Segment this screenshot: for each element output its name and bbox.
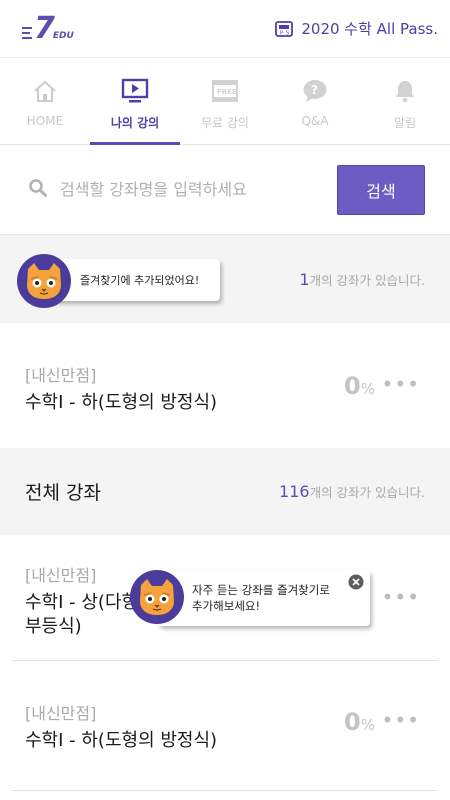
cat-mascot-icon: [130, 570, 184, 624]
logo-mark: 7: [34, 10, 55, 46]
favorites-header: 즐겨찾기에 추가되었어요! 1개의 강좌가 있습니다.: [0, 235, 450, 323]
course-title: 수학I - 하(도형의 방정식): [25, 730, 218, 751]
search-input[interactable]: [60, 180, 337, 199]
all-courses-count-suffix: 개의 강좌가 있습니다.: [309, 485, 425, 500]
monitor-play-icon: [121, 78, 149, 104]
favorite-added-text: 즐겨찾기에 추가되었어요!: [80, 274, 200, 287]
tab-my-courses[interactable]: 나의 강의: [90, 58, 180, 145]
tab-qna-label: Q&A: [301, 114, 329, 128]
home-icon: [32, 78, 58, 104]
tab-home[interactable]: HOME: [0, 58, 90, 144]
svg-text:P: P: [280, 30, 283, 36]
tab-qna[interactable]: ? Q&A: [270, 58, 360, 144]
more-options-icon[interactable]: •••: [382, 372, 420, 396]
all-courses-count: 116개의 강좌가 있습니다.: [279, 482, 425, 501]
svg-text:?: ?: [311, 83, 318, 97]
suggestion-line2: 추가해보세요!: [192, 599, 261, 613]
tab-my-courses-label: 나의 강의: [110, 116, 160, 130]
progress-value: 0: [344, 372, 361, 400]
search-icon: [28, 178, 48, 202]
course-title-line2: 부등식): [25, 616, 82, 637]
svg-text:S: S: [286, 30, 289, 36]
search-bar: 검색: [0, 145, 450, 235]
question-bubble-icon: ?: [302, 78, 328, 104]
all-pass-link[interactable]: PS 2020 수학 All Pass.: [275, 18, 438, 39]
bell-icon: [394, 78, 416, 104]
more-options-icon[interactable]: •••: [382, 585, 420, 609]
progress-unit: %: [360, 716, 375, 734]
course-progress: 0%: [344, 372, 375, 400]
favorites-count: 1개의 강좌가 있습니다.: [299, 270, 425, 289]
suggestion-line1: 자주 듣는 강좌를 즐겨찾기로: [192, 583, 330, 597]
logo[interactable]: 7 EDU: [22, 10, 74, 46]
tab-notifications[interactable]: 알림: [360, 58, 450, 144]
progress-unit: %: [360, 380, 375, 398]
all-courses-title: 전체 강좌: [25, 482, 101, 504]
all-pass-label: 2020 수학 All Pass.: [301, 20, 438, 38]
row-divider: [12, 660, 438, 661]
row-divider: [12, 790, 438, 791]
all-courses-count-number: 116: [279, 482, 310, 501]
tab-notifications-label: 알림: [393, 116, 417, 130]
tab-free-courses[interactable]: FREE 무료 강의: [180, 58, 270, 144]
favorites-count-suffix: 개의 강좌가 있습니다.: [309, 273, 425, 288]
app-header: 7 EDU PS 2020 수학 All Pass.: [0, 0, 450, 58]
svg-text:FREE: FREE: [217, 88, 237, 96]
free-film-icon: FREE: [211, 78, 239, 104]
close-icon[interactable]: [348, 574, 364, 594]
search-button[interactable]: 검색: [337, 164, 425, 215]
cat-mascot-icon: [17, 254, 71, 308]
tab-home-label: HOME: [26, 114, 64, 128]
more-options-icon[interactable]: •••: [382, 708, 420, 732]
favorite-suggestion-tooltip: 자주 듣는 강좌를 즐겨찾기로 추가해보세요!: [158, 570, 370, 626]
course-title-line1: 수학I - 상(다항: [25, 592, 139, 613]
course-progress: 0%: [344, 708, 375, 736]
menu-icon: [22, 26, 32, 39]
ticket-icon: PS: [275, 20, 294, 38]
logo-sub: EDU: [52, 30, 74, 41]
favorites-count-number: 1: [299, 270, 310, 289]
progress-value: 0: [344, 708, 361, 736]
all-courses-header: 전체 강좌 116개의 강좌가 있습니다.: [0, 448, 450, 535]
tab-free-courses-label: 무료 강의: [201, 116, 249, 130]
main-tabs: HOME 나의 강의 FREE 무료 강의 ? Q&A 알림: [0, 58, 450, 145]
